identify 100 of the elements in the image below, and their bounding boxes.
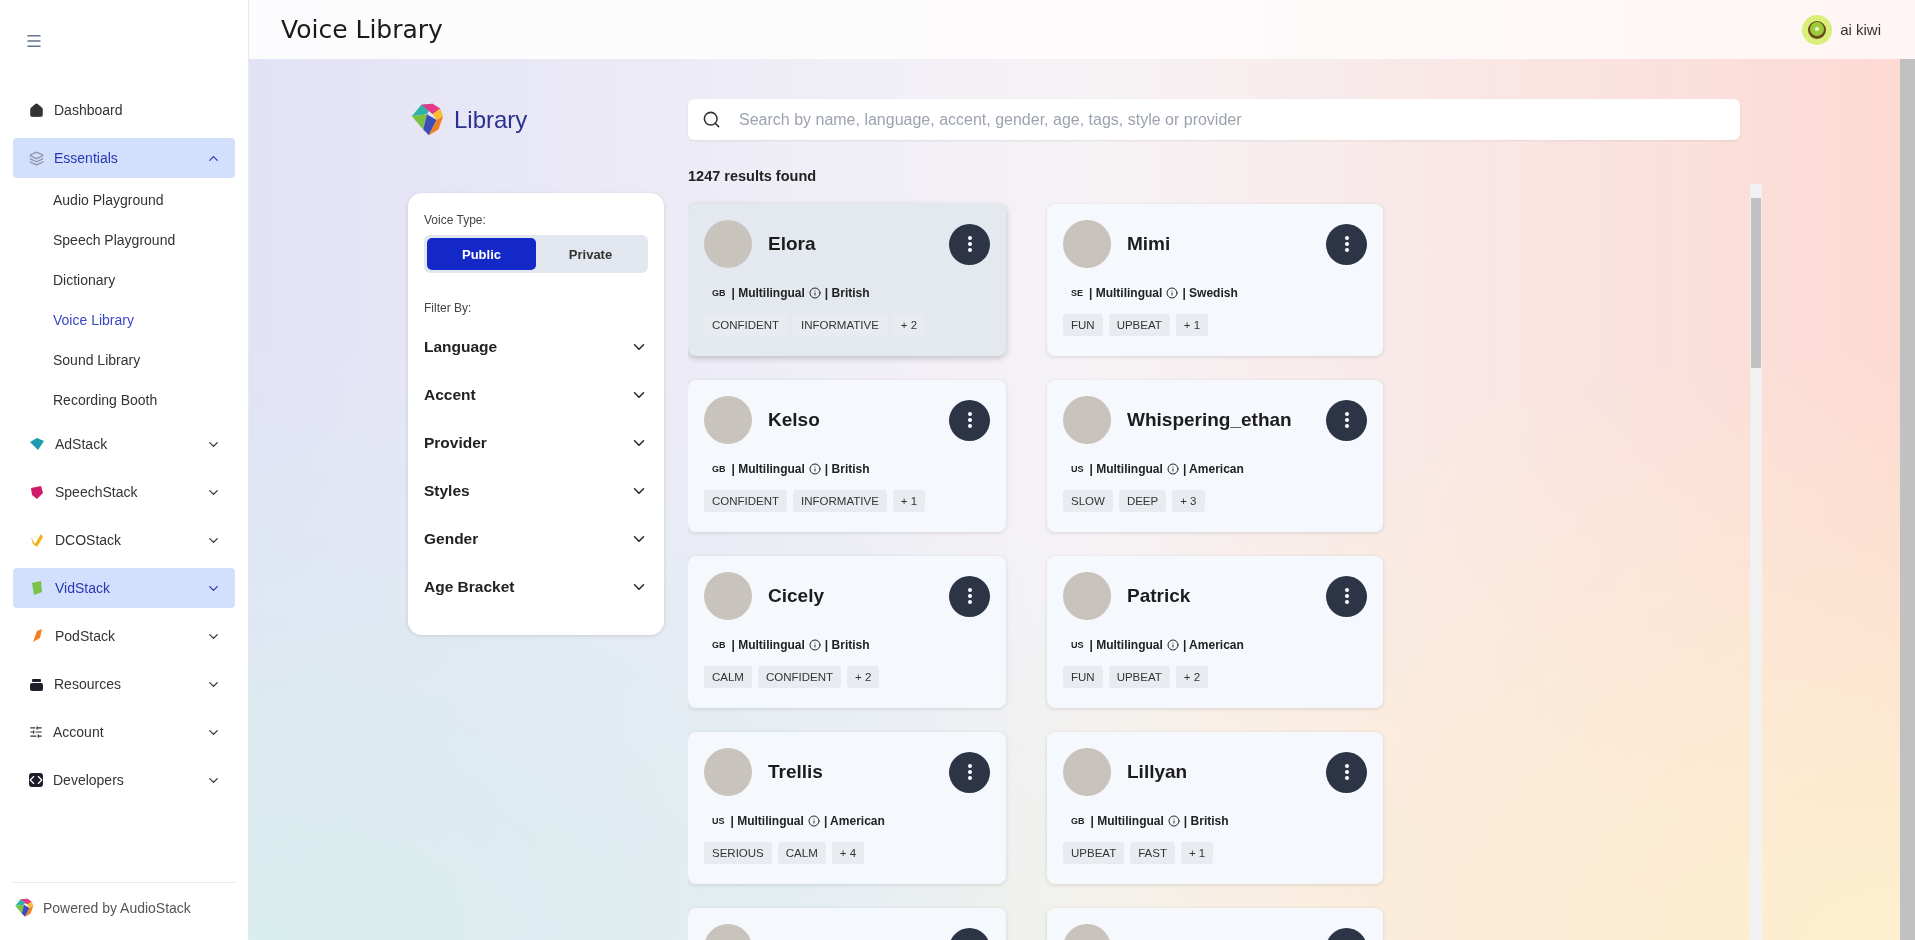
- sidebar-item[interactable]: Account: [13, 712, 235, 752]
- avatar-placeholder: [704, 572, 752, 620]
- more-vertical-icon: [1344, 764, 1349, 780]
- voice-card[interactable]: Whispering_ethan US | Multilingual | American SLOW DEEP + 3: [1047, 380, 1383, 532]
- sidebar-item[interactable]: Dashboard: [13, 90, 235, 130]
- accent-text: | American: [1182, 462, 1244, 476]
- sidebar-subitem[interactable]: Speech Playground: [13, 220, 235, 260]
- voice-type-option[interactable]: Public: [427, 238, 536, 270]
- sidebar-item[interactable]: Essentials: [13, 138, 235, 178]
- avatar-placeholder: [704, 748, 752, 796]
- filter-section[interactable]: Age Bracket: [424, 563, 648, 611]
- powered-by-text: Powered by AudioStack: [43, 899, 191, 916]
- info-icon[interactable]: [808, 287, 821, 299]
- more-options-button[interactable]: [1326, 751, 1367, 793]
- voice-type-option[interactable]: Private: [536, 238, 645, 270]
- more-options-button[interactable]: [949, 575, 990, 617]
- filter-section[interactable]: Language: [424, 323, 648, 371]
- filter-by-label: Filter By:: [424, 301, 473, 315]
- stack-logo-icon: [29, 436, 45, 452]
- stack-logo-icon: [29, 484, 45, 500]
- more-vertical-icon: [1344, 588, 1349, 604]
- voice-card[interactable]: Kelso GB | Multilingual | British CONFIDENT INFORMATIVE + 1: [688, 380, 1006, 532]
- parrot-logo-icon: [13, 896, 35, 919]
- accent-text: | British: [824, 462, 870, 476]
- style-tag: DEEP: [1118, 490, 1167, 512]
- more-options-button[interactable]: [1326, 223, 1367, 265]
- sidebar-subitem[interactable]: Audio Playground: [13, 180, 235, 220]
- tray-icon: [29, 677, 44, 691]
- language-text: | Multilingual: [1089, 286, 1163, 300]
- style-tag: INFORMATIVE: [793, 490, 887, 512]
- voice-card[interactable]: Lillyan GB | Multilingual | British UPBEAT FAST + 1: [1047, 732, 1383, 884]
- page-scrollbar[interactable]: [1900, 59, 1915, 940]
- more-options-button[interactable]: [949, 399, 990, 441]
- kiwi-avatar-icon[interactable]: [1802, 14, 1833, 45]
- info-icon[interactable]: [808, 639, 821, 651]
- sidebar-item[interactable]: SpeechStack: [13, 472, 235, 512]
- style-tag: + 3: [1172, 490, 1205, 512]
- stack-logo-icon: [29, 580, 45, 596]
- voice-type-label: Voice Type:: [424, 213, 487, 227]
- sidebar-item[interactable]: Resources: [13, 664, 235, 704]
- accent-text: | British: [824, 286, 870, 300]
- style-tag: CONFIDENT: [704, 490, 788, 512]
- user-name[interactable]: ai kiwi: [1840, 21, 1881, 38]
- info-icon[interactable]: [1166, 639, 1179, 651]
- country-code: SE: [1071, 288, 1083, 298]
- style-tag: + 2: [847, 666, 880, 688]
- more-options-button[interactable]: [1326, 399, 1367, 441]
- voice-card[interactable]: Mimi SE | Multilingual | Swedish FUN UPBEAT + 1: [1047, 204, 1383, 356]
- filter-section[interactable]: Styles: [424, 467, 648, 515]
- voice-card[interactable]: Trellis US | Multilingual | American SERIOUS CALM + 4: [688, 732, 1006, 884]
- voice-card[interactable]: Patrick US | Multilingual | American FUN UPBEAT + 2: [1047, 556, 1383, 708]
- voice-name: Trellis: [768, 761, 824, 783]
- style-tag: SERIOUS: [704, 842, 772, 864]
- country-code: US: [712, 816, 725, 826]
- sidebar-item[interactable]: AdStack: [13, 424, 235, 464]
- info-icon[interactable]: [1166, 463, 1179, 475]
- more-vertical-icon: [1344, 412, 1349, 428]
- sidebar-item[interactable]: Developers: [13, 760, 235, 800]
- more-options-button[interactable]: [949, 223, 990, 265]
- style-tag: CALM: [704, 666, 752, 688]
- sidebar-item[interactable]: PodStack: [13, 616, 235, 656]
- style-tag: CALM: [777, 842, 826, 864]
- menu-icon[interactable]: [25, 32, 43, 50]
- style-tag: FUN: [1063, 314, 1103, 336]
- filter-section[interactable]: Gender: [424, 515, 648, 563]
- info-icon[interactable]: [1166, 287, 1179, 299]
- info-icon[interactable]: [1167, 815, 1180, 827]
- accent-text: | American: [1182, 638, 1244, 652]
- info-icon[interactable]: [807, 815, 820, 827]
- style-tag: UPBEAT: [1108, 314, 1170, 336]
- more-options-button[interactable]: [949, 751, 990, 793]
- sidebar-item[interactable]: DCOStack: [13, 520, 235, 560]
- country-code: GB: [1071, 816, 1085, 826]
- accent-text: | American: [823, 814, 885, 828]
- scrollbar[interactable]: [1750, 184, 1762, 940]
- sidebar-subitem[interactable]: Recording Booth: [13, 380, 235, 420]
- voice-card[interactable]: Cicely GB | Multilingual | British CALM CONFIDENT + 2: [688, 556, 1006, 708]
- voice-card[interactable]: Elora GB | Multilingual | British CONFIDENT INFORMATIVE + 2: [688, 204, 1006, 356]
- sidebar-subitem[interactable]: Dictionary: [13, 260, 235, 300]
- avatar-placeholder: [704, 220, 752, 268]
- style-tag: + 1: [892, 490, 926, 512]
- avatar-placeholder: [1063, 748, 1111, 796]
- info-icon[interactable]: [808, 463, 821, 475]
- search-field[interactable]: Search by name, language, accent, gender, age, tags, style or provider: [688, 99, 1740, 140]
- filter-section[interactable]: Provider: [424, 419, 648, 467]
- avatar-placeholder: [1063, 396, 1111, 444]
- sidebar-item[interactable]: VidStack: [13, 568, 235, 608]
- country-code: GB: [712, 640, 726, 650]
- code-icon: [29, 773, 43, 787]
- more-vertical-icon: [967, 588, 972, 604]
- more-options-button[interactable]: [1326, 575, 1367, 617]
- sidebar-subitem[interactable]: Voice Library: [13, 300, 235, 340]
- language-text: | Multilingual: [731, 286, 805, 300]
- home-icon: [29, 102, 44, 118]
- style-tag: SLOW: [1063, 490, 1113, 512]
- page-title: Voice Library: [281, 15, 443, 44]
- library-title: Library: [454, 106, 528, 134]
- filter-section[interactable]: Accent: [424, 371, 648, 419]
- sidebar-subitem[interactable]: Sound Library: [13, 340, 235, 380]
- style-tag: + 2: [1175, 666, 1209, 688]
